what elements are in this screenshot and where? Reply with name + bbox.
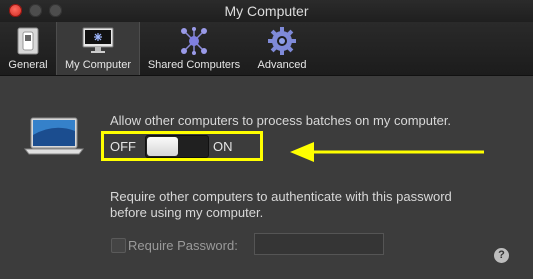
tab-general-label: General <box>8 59 48 71</box>
toggle-off-label: OFF <box>110 139 136 154</box>
require-password-checkbox[interactable] <box>111 238 126 253</box>
require-auth-text-line1: Require other computers to authenticate … <box>110 189 452 204</box>
network-icon <box>178 27 210 58</box>
laptop-icon <box>23 117 85 162</box>
title-bar: My Computer <box>0 0 533 22</box>
require-auth-text-line2: before using my computer. <box>110 205 264 220</box>
tab-shared-computers-label: Shared Computers <box>147 59 241 71</box>
switch-icon <box>17 27 39 58</box>
window-title: My Computer <box>224 3 309 19</box>
toolbar: General My Computer Shared Computers Adv… <box>0 22 533 76</box>
tab-my-computer-label: My Computer <box>64 59 132 71</box>
allow-processing-text: Allow other computers to process batches… <box>110 113 452 128</box>
toggle-on-label: ON <box>213 139 233 154</box>
tab-general[interactable]: General <box>4 22 52 75</box>
share-toggle-switch[interactable] <box>145 135 209 158</box>
gear-icon <box>268 27 296 58</box>
tab-advanced[interactable]: Advanced <box>250 22 314 75</box>
arrow-icon <box>288 140 488 169</box>
password-field[interactable] <box>254 233 384 255</box>
tab-advanced-label: Advanced <box>257 59 307 71</box>
tab-my-computer[interactable]: My Computer <box>56 22 140 75</box>
imac-icon <box>81 27 115 58</box>
tab-shared-computers[interactable]: Shared Computers <box>142 22 246 75</box>
preferences-window: My Computer General My Computer Shared C… <box>0 0 533 279</box>
require-password-label: Require Password: <box>128 238 238 253</box>
help-button[interactable]: ? <box>494 248 509 263</box>
toggle-knob[interactable] <box>147 137 178 156</box>
